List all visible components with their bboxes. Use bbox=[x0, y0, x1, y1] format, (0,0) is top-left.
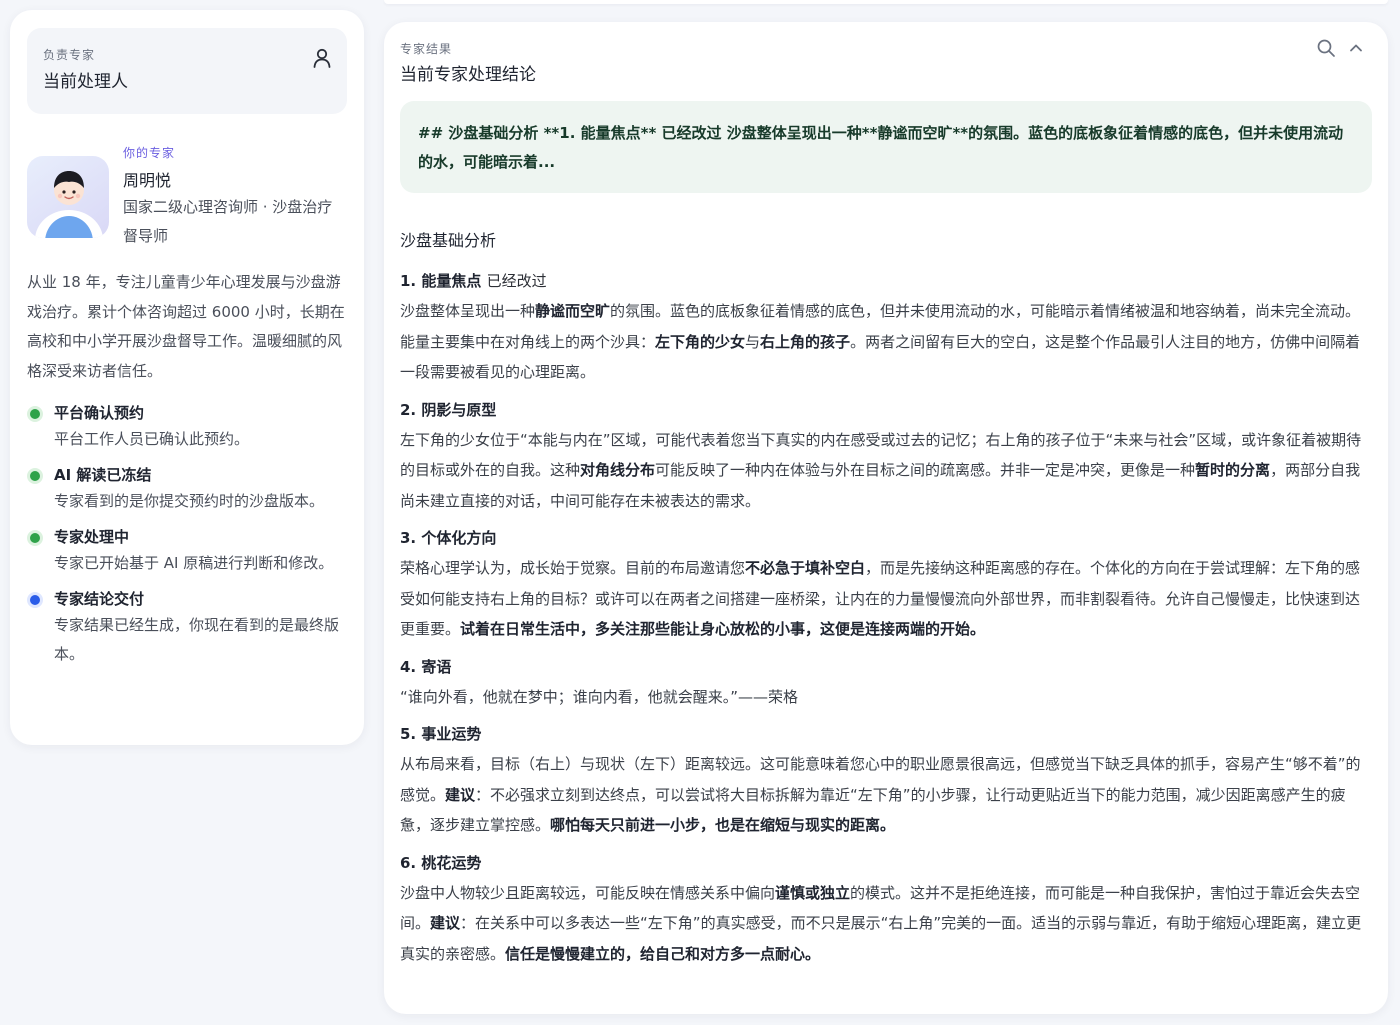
current-handler-box: 负责专家 当前处理人 bbox=[27, 28, 347, 114]
status-dot-done bbox=[27, 530, 43, 546]
report-section-individuation: 3. 个体化方向 荣格心理学认为，成长始于觉察。目前的布局邀请您不必急于填补空白… bbox=[400, 526, 1372, 645]
section-title: 1. 能量焦点 已经改过 bbox=[400, 269, 1372, 293]
status-dot-done bbox=[27, 406, 43, 422]
timeline-desc: 平台工作人员已确认此预约。 bbox=[54, 430, 250, 448]
text-run-bold: 对角线分布 bbox=[580, 461, 656, 479]
expert-name: 周明悦 bbox=[123, 171, 172, 190]
status-dot-current bbox=[27, 592, 43, 608]
text-run-bold: 右上角的孩子 bbox=[760, 332, 851, 351]
chevron-up-icon[interactable] bbox=[1346, 38, 1366, 58]
result-eyebrow: 专家结果 bbox=[400, 42, 453, 56]
result-report: 沙盘基础分析 1. 能量焦点 已经改过 沙盘整体呈现出一种静谧而空旷的氛围。蓝色… bbox=[400, 227, 1372, 969]
timeline-title: 平台确认预约 bbox=[54, 404, 145, 422]
text-run-bold: 建议 bbox=[445, 785, 476, 804]
section-body: “谁向外看，他就在梦中；谁向内看，他就会醒来。”——荣格 bbox=[400, 687, 799, 706]
avatar-illustration bbox=[35, 171, 103, 238]
owner-title: 当前处理人 bbox=[43, 72, 128, 92]
expert-info: 你的专家 周明悦 国家二级心理咨询师 · 沙盘治疗督导师 bbox=[123, 144, 338, 251]
text-run-bold: 哪怕每天只前进一小步，也是在缩短与现实的距离。 bbox=[550, 816, 896, 834]
timeline-desc: 专家已开始基于 AI 原稿进行判断和修改。 bbox=[54, 554, 334, 572]
section-title: 4. 寄语 bbox=[400, 657, 452, 676]
section-title: 3. 个体化方向 bbox=[400, 529, 497, 547]
expert-sidebar: 负责专家 当前处理人 你的专家 周明悦 国家二级心理咨询师 · 沙盘治疗督导师 … bbox=[10, 10, 364, 745]
section-body: 从布局来看，目标（右上）与现状（左下）距离较远。这可能意味着您心中的职业愿景很高… bbox=[400, 749, 1372, 841]
text-run-bold: 谨慎或独立 bbox=[775, 883, 851, 902]
text-run: 与 bbox=[745, 332, 761, 351]
report-section-energy-focus: 1. 能量焦点 已经改过 沙盘整体呈现出一种静谧而空旷的氛围。蓝色的底板象征着情… bbox=[400, 269, 1372, 388]
result-title: 当前专家处理结论 bbox=[400, 65, 536, 85]
user-icon[interactable] bbox=[313, 48, 331, 68]
text-run-bold: 不必急于填补空白 bbox=[745, 559, 866, 577]
status-dot-done bbox=[27, 468, 43, 484]
progress-timeline: 平台确认预约 平台工作人员已确认此预约。 AI 解读已冻结 专家看到的是你提交预… bbox=[27, 402, 347, 669]
section-title: 5. 事业运势 bbox=[400, 725, 482, 743]
avatar bbox=[27, 156, 109, 238]
top-panel-edge bbox=[384, 0, 1388, 4]
expert-profile: 你的专家 周明悦 国家二级心理咨询师 · 沙盘治疗督导师 bbox=[27, 144, 347, 251]
expert-eyebrow: 你的专家 bbox=[123, 146, 176, 160]
text-run: 荣格心理学认为，成长始于觉察。目前的布局邀请您 bbox=[400, 559, 746, 577]
search-icon[interactable] bbox=[1316, 38, 1336, 58]
section-title: 2. 阴影与原型 bbox=[400, 400, 497, 419]
report-section-romance: 6. 桃花运势 沙盘中人物较少且距离较远，可能反映在情感关系中偏向谨慎或独立的模… bbox=[400, 851, 1372, 970]
timeline-item: AI 解读已冻结 专家看到的是你提交预约时的沙盘版本。 bbox=[27, 464, 347, 516]
text-run: 可能反映了一种内在体验与外在目标之间的疏离感。并非一定是冲突，更像是一种 bbox=[655, 461, 1196, 479]
report-section-career: 5. 事业运势 从布局来看，目标（右上）与现状（左下）距离较远。这可能意味着您心… bbox=[400, 722, 1372, 841]
report-section-message: 4. 寄语 “谁向外看，他就在梦中；谁向内看，他就会醒来。”——荣格 bbox=[400, 655, 1372, 713]
text-run-bold: 建议 bbox=[430, 914, 461, 932]
timeline-item: 专家结论交付 专家结果已经生成，你现在看到的是最终版本。 bbox=[27, 588, 347, 669]
timeline-title: 专家结论交付 bbox=[54, 590, 145, 608]
text-run: 沙盘整体呈现出一种 bbox=[400, 302, 536, 320]
section-body: 沙盘中人物较少且距离较远，可能反映在情感关系中偏向谨慎或独立的模式。这并不是拒绝… bbox=[400, 878, 1372, 970]
text-run-bold: 信任是慢慢建立的，给自己和对方多一点耐心。 bbox=[505, 944, 821, 963]
text-run-bold: 静谧而空旷 bbox=[535, 302, 611, 320]
timeline-title: AI 解读已冻结 bbox=[54, 466, 152, 484]
text-run-bold: 左下角的少女 bbox=[655, 332, 746, 351]
section-edit-note: 已经改过 bbox=[486, 272, 547, 290]
text-run-bold: 试着在日常生活中，多关注那些能让身心放松的小事，这便是连接两端的开始。 bbox=[460, 620, 986, 638]
expert-result-panel: 专家结果 当前专家处理结论 ## 沙盘基础分析 **1. 能量焦点** 已经改过… bbox=[384, 22, 1388, 1014]
section-title: 6. 桃花运势 bbox=[400, 853, 482, 872]
result-actions bbox=[1316, 38, 1366, 58]
section-title-text: 1. 能量焦点 bbox=[400, 272, 482, 290]
section-body: 左下角的少女位于“本能与内在”区域，可能代表着您当下真实的内在感受或过去的记忆；… bbox=[400, 425, 1372, 517]
text-run-bold: 暂时的分离 bbox=[1195, 461, 1271, 479]
timeline-desc: 专家结果已经生成，你现在看到的是最终版本。 bbox=[54, 616, 340, 663]
expert-title: 国家二级心理咨询师 · 沙盘治疗督导师 bbox=[123, 198, 333, 245]
section-body: 荣格心理学认为，成长始于觉察。目前的布局邀请您不必急于填补空白，而是先接纳这种距… bbox=[400, 553, 1372, 645]
timeline-title: 专家处理中 bbox=[54, 528, 130, 546]
report-heading: 沙盘基础分析 bbox=[400, 231, 497, 250]
text-run: 沙盘中人物较少且距离较远，可能反映在情感关系中偏向 bbox=[400, 883, 776, 902]
result-summary: ## 沙盘基础分析 **1. 能量焦点** 已经改过 沙盘整体呈现出一种**静谧… bbox=[400, 101, 1372, 193]
report-section-shadow-archetype: 2. 阴影与原型 左下角的少女位于“本能与内在”区域，可能代表着您当下真实的内在… bbox=[400, 398, 1372, 517]
timeline-item: 专家处理中 专家已开始基于 AI 原稿进行判断和修改。 bbox=[27, 526, 347, 578]
owner-eyebrow: 负责专家 bbox=[43, 48, 96, 62]
section-body: 沙盘整体呈现出一种静谧而空旷的氛围。蓝色的底板象征着情感的底色，但并未使用流动的… bbox=[400, 296, 1372, 388]
expert-bio: 从业 18 年，专注儿童青少年心理发展与沙盘游戏治疗。累计个体咨询超过 6000… bbox=[27, 273, 345, 380]
timeline-desc: 专家看到的是你提交预约时的沙盘版本。 bbox=[54, 492, 325, 510]
timeline-item: 平台确认预约 平台工作人员已确认此预约。 bbox=[27, 402, 347, 454]
